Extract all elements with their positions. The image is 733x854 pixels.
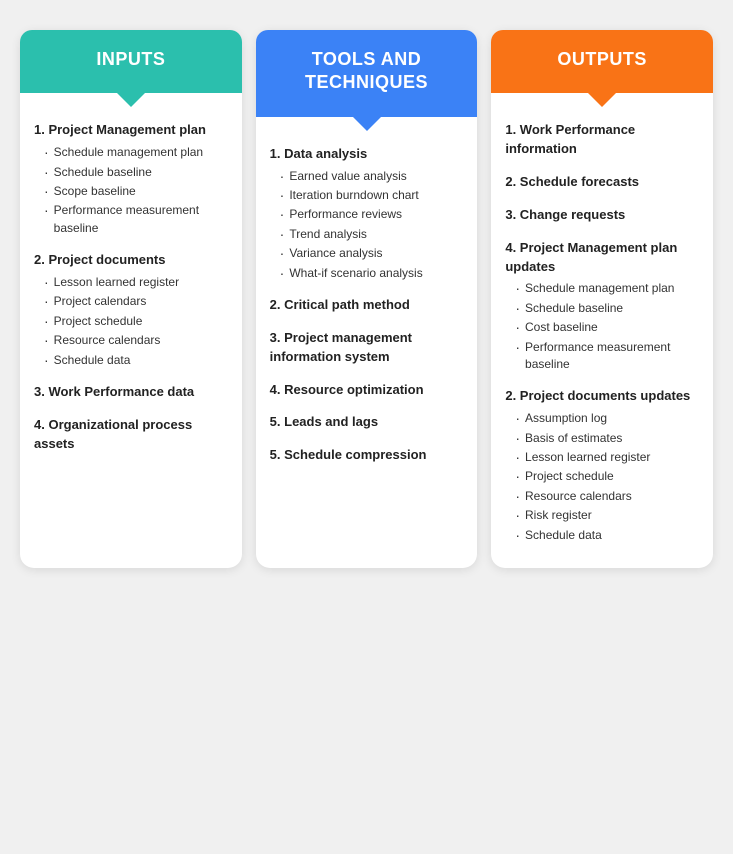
outputs-subitem-3-2: Cost baseline xyxy=(515,319,699,336)
outputs-header: OUTPUTS xyxy=(491,30,713,93)
tools-subitem-0-2: Performance reviews xyxy=(280,206,464,223)
inputs-subitem-1-0: Lesson learned register xyxy=(44,274,228,291)
columns-wrapper: INPUTS 1. Project Management plan Schedule… xyxy=(20,30,713,568)
tools-main-item-5: 5. Schedule compression xyxy=(270,446,464,465)
outputs-subitem-3-1: Schedule baseline xyxy=(515,300,699,317)
outputs-subitems-4: Assumption log Basis of estimates Lesson l… xyxy=(505,410,699,544)
outputs-subitem-4-0: Assumption log xyxy=(515,410,699,427)
tools-subitems-0: Earned value analysis Iteration burndown … xyxy=(270,168,464,282)
inputs-subitem-0-0: Schedule management plan xyxy=(44,144,228,161)
inputs-subitems-1: Lesson learned register Project calendars… xyxy=(34,274,228,369)
outputs-subitem-3-0: Schedule management plan xyxy=(515,280,699,297)
tools-subitem-0-1: Iteration burndown chart xyxy=(280,187,464,204)
column-tools: TOOLS AND TECHNIQUES 1. Data analysis Earn… xyxy=(256,30,478,568)
inputs-subitem-1-1: Project calendars xyxy=(44,293,228,310)
tools-subitem-0-5: What-if scenario analysis xyxy=(280,265,464,282)
outputs-subitem-4-5: Risk register xyxy=(515,507,699,524)
inputs-main-item-3: 4. Organizational process assets xyxy=(34,416,228,454)
tools-main-item-4: 5. Leads and lags xyxy=(270,413,464,432)
tools-header: TOOLS AND TECHNIQUES xyxy=(256,30,478,117)
tools-subitem-0-4: Variance analysis xyxy=(280,245,464,262)
inputs-subitem-1-3: Resource calendars xyxy=(44,332,228,349)
outputs-main-item-1: 2. Schedule forecasts xyxy=(505,173,699,192)
inputs-header: INPUTS xyxy=(20,30,242,93)
inputs-subitem-0-2: Scope baseline xyxy=(44,183,228,200)
column-outputs: OUTPUTS 1. Work Performance information 2.… xyxy=(491,30,713,568)
tools-body: 1. Data analysis Earned value analysis Ite… xyxy=(256,117,478,568)
tools-main-item-2: 3. Project management information system xyxy=(270,329,464,367)
column-inputs: INPUTS 1. Project Management plan Schedule… xyxy=(20,30,242,568)
outputs-body: 1. Work Performance information 2. Schedu… xyxy=(491,93,713,568)
outputs-subitems-3: Schedule management plan Schedule baselin… xyxy=(505,280,699,373)
outputs-subitem-4-3: Project schedule xyxy=(515,468,699,485)
tools-main-item-1: 2. Critical path method xyxy=(270,296,464,315)
tools-subitem-0-0: Earned value analysis xyxy=(280,168,464,185)
inputs-subitem-1-4: Schedule data xyxy=(44,352,228,369)
inputs-body: 1. Project Management plan Schedule manag… xyxy=(20,93,242,568)
main-container: INPUTS 1. Project Management plan Schedule… xyxy=(0,0,733,854)
outputs-subitem-4-6: Schedule data xyxy=(515,527,699,544)
outputs-subitem-3-3: Performance measurement baseline xyxy=(515,339,699,374)
inputs-main-item-1: 2. Project documents xyxy=(34,251,228,270)
inputs-subitem-0-3: Performance measurement baseline xyxy=(44,202,228,237)
inputs-subitems-0: Schedule management plan Schedule baselin… xyxy=(34,144,228,237)
outputs-main-item-3: 4. Project Management plan updates xyxy=(505,239,699,277)
inputs-main-item-0: 1. Project Management plan xyxy=(34,121,228,140)
outputs-main-item-2: 3. Change requests xyxy=(505,206,699,225)
inputs-subitem-1-2: Project schedule xyxy=(44,313,228,330)
outputs-subitem-4-4: Resource calendars xyxy=(515,488,699,505)
tools-main-item-3: 4. Resource optimization xyxy=(270,381,464,400)
outputs-subitem-4-2: Lesson learned register xyxy=(515,449,699,466)
outputs-main-item-4: 2. Project documents updates xyxy=(505,387,699,406)
inputs-main-item-2: 3. Work Performance data xyxy=(34,383,228,402)
outputs-subitem-4-1: Basis of estimates xyxy=(515,430,699,447)
tools-main-item-0: 1. Data analysis xyxy=(270,145,464,164)
tools-subitem-0-3: Trend analysis xyxy=(280,226,464,243)
outputs-main-item-0: 1. Work Performance information xyxy=(505,121,699,159)
inputs-subitem-0-1: Schedule baseline xyxy=(44,164,228,181)
